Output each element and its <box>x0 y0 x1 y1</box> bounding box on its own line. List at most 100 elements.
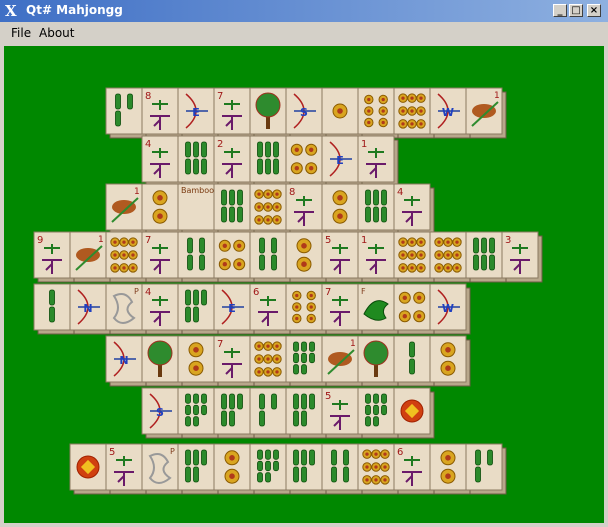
svg-text:N: N <box>83 302 92 315</box>
mahjong-tile[interactable] <box>141 183 183 235</box>
svg-text:S: S <box>156 406 164 419</box>
mahjong-tile[interactable]: 7 <box>321 283 363 335</box>
mahjong-tile[interactable] <box>213 231 255 283</box>
mahjong-tile[interactable]: 2 <box>213 135 255 187</box>
mahjong-tile[interactable] <box>429 443 471 495</box>
mahjong-tile[interactable]: P <box>105 283 147 335</box>
mahjong-tile[interactable]: 7 <box>141 231 183 283</box>
mahjong-tile[interactable]: 3 <box>501 231 543 283</box>
mahjong-tile[interactable] <box>69 443 111 495</box>
mahjong-tile[interactable] <box>393 335 435 387</box>
mahjong-tile[interactable]: F <box>357 283 399 335</box>
mahjong-tile[interactable] <box>177 443 219 495</box>
mahjong-tile[interactable]: 4 <box>141 135 183 187</box>
mahjong-tile[interactable] <box>285 283 327 335</box>
svg-text:E: E <box>336 154 344 167</box>
svg-text:4: 4 <box>145 287 151 298</box>
x-logo-icon: X <box>5 2 17 20</box>
mahjong-tile[interactable]: 1 <box>465 87 507 139</box>
mahjong-tile[interactable] <box>357 183 399 235</box>
mahjong-tile[interactable]: 7 <box>213 335 255 387</box>
mahjong-tile[interactable]: 1 <box>357 135 399 187</box>
mahjong-tile[interactable]: 4 <box>141 283 183 335</box>
mahjong-tile[interactable] <box>249 87 291 139</box>
mahjong-tile[interactable] <box>177 135 219 187</box>
game-board[interactable]: 8 E 7 S W 1 4 2 E 1 1 Bamboo 8 4 9 1 7 5 1 3 N P 4 E 6 7 F W N 7 1 S 5 5 P… <box>4 46 604 523</box>
mahjong-tile[interactable]: 1 <box>321 335 363 387</box>
mahjong-tile[interactable]: 8 <box>285 183 327 235</box>
minimize-button[interactable]: _ <box>553 4 567 17</box>
mahjong-tile[interactable] <box>465 443 507 495</box>
mahjong-tile[interactable]: 1 <box>69 231 111 283</box>
mahjong-tile[interactable]: N <box>69 283 111 335</box>
mahjong-tile[interactable] <box>177 335 219 387</box>
mahjong-tile[interactable] <box>177 283 219 335</box>
mahjong-tile[interactable] <box>357 443 399 495</box>
mahjong-tile[interactable] <box>393 387 435 439</box>
mahjong-tile[interactable]: 5 <box>321 231 363 283</box>
mahjong-tile[interactable]: N <box>105 335 147 387</box>
mahjong-tile[interactable] <box>429 335 471 387</box>
mahjong-tile[interactable]: E <box>213 283 255 335</box>
mahjong-tile[interactable] <box>249 335 291 387</box>
mahjong-tile[interactable] <box>285 387 327 439</box>
mahjong-tile[interactable] <box>285 335 327 387</box>
mahjong-tile[interactable]: 7 <box>213 87 255 139</box>
mahjong-tile[interactable]: S <box>141 387 183 439</box>
mahjong-tile[interactable] <box>285 443 327 495</box>
menu-about[interactable]: About <box>39 26 74 40</box>
mahjong-tile[interactable] <box>33 283 75 335</box>
mahjong-tile[interactable]: Bamboo <box>177 183 219 235</box>
mahjong-tile[interactable]: W <box>429 87 471 139</box>
svg-text:6: 6 <box>397 447 403 458</box>
mahjong-tile[interactable]: 6 <box>393 443 435 495</box>
mahjong-tile[interactable] <box>177 231 219 283</box>
svg-text:8: 8 <box>289 187 295 198</box>
mahjong-tile[interactable]: P <box>141 443 183 495</box>
title-bar[interactable]: X Qt# Mahjongg _ □ × <box>0 0 608 22</box>
mahjong-tile[interactable] <box>321 443 363 495</box>
mahjong-tile[interactable] <box>357 87 399 139</box>
mahjong-tile[interactable] <box>249 231 291 283</box>
mahjong-tile[interactable]: 6 <box>249 283 291 335</box>
mahjong-tile[interactable] <box>105 87 147 139</box>
mahjong-tile[interactable]: 8 <box>141 87 183 139</box>
mahjong-tile[interactable]: W <box>429 283 471 335</box>
close-button[interactable]: × <box>587 4 601 17</box>
mahjong-tile[interactable] <box>249 443 291 495</box>
menu-file[interactable]: File <box>11 26 31 40</box>
mahjong-tile[interactable]: 4 <box>393 183 435 235</box>
mahjong-tile[interactable] <box>357 387 399 439</box>
mahjong-tile[interactable]: S <box>285 87 327 139</box>
mahjong-tile[interactable] <box>357 335 399 387</box>
mahjong-tile[interactable] <box>141 335 183 387</box>
mahjong-tile[interactable]: E <box>321 135 363 187</box>
mahjong-tile[interactable] <box>213 183 255 235</box>
svg-text:1: 1 <box>494 91 500 101</box>
mahjong-tile[interactable] <box>249 387 291 439</box>
mahjong-tile[interactable] <box>177 387 219 439</box>
mahjong-tile[interactable]: E <box>177 87 219 139</box>
mahjong-tile[interactable] <box>249 135 291 187</box>
mahjong-tile[interactable] <box>393 231 435 283</box>
mahjong-tile[interactable]: 9 <box>33 231 75 283</box>
mahjong-tile[interactable]: 5 <box>321 387 363 439</box>
mahjong-tile[interactable] <box>321 87 363 139</box>
mahjong-tile[interactable] <box>465 231 507 283</box>
mahjong-tile[interactable] <box>393 87 435 139</box>
svg-text:W: W <box>442 106 454 119</box>
mahjong-tile[interactable]: 1 <box>105 183 147 235</box>
mahjong-tile[interactable] <box>285 135 327 187</box>
mahjong-tile[interactable] <box>393 283 435 335</box>
mahjong-tile[interactable] <box>213 387 255 439</box>
mahjong-tile[interactable] <box>249 183 291 235</box>
mahjong-tile[interactable] <box>321 183 363 235</box>
mahjong-tile[interactable] <box>105 231 147 283</box>
svg-text:1: 1 <box>134 187 140 197</box>
mahjong-tile[interactable] <box>213 443 255 495</box>
mahjong-tile[interactable]: 1 <box>357 231 399 283</box>
maximize-button[interactable]: □ <box>569 4 583 17</box>
mahjong-tile[interactable] <box>429 231 471 283</box>
mahjong-tile[interactable] <box>285 231 327 283</box>
mahjong-tile[interactable]: 5 <box>105 443 147 495</box>
